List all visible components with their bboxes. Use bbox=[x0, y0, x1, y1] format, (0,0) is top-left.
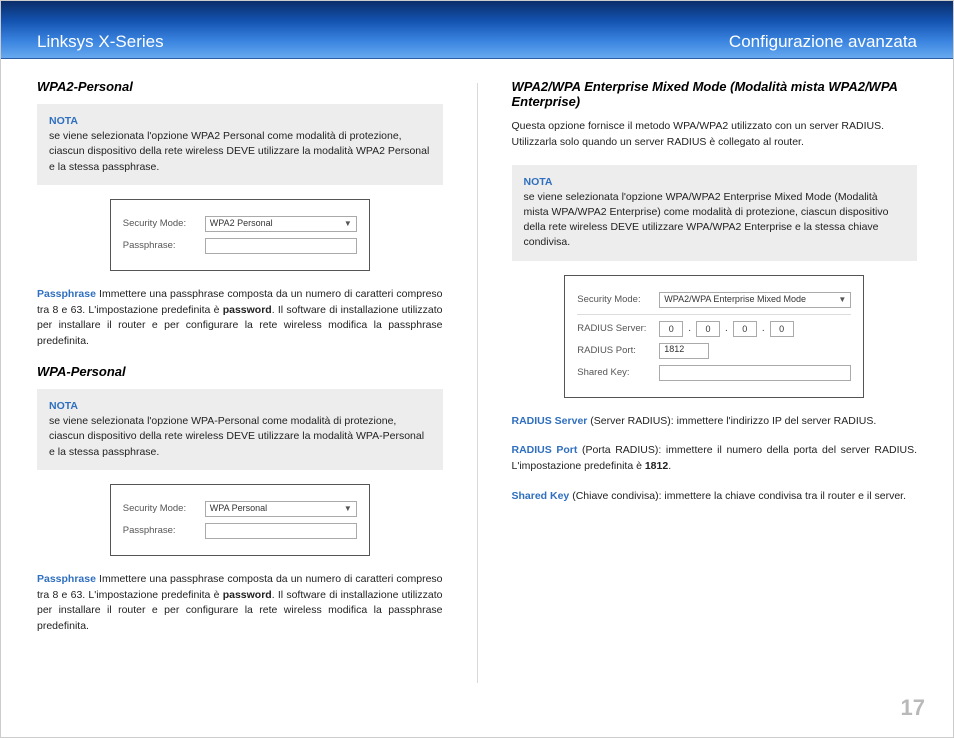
form-row: Security Mode: WPA2 Personal ▼ bbox=[123, 216, 357, 232]
security-mode-label: Security Mode: bbox=[577, 294, 659, 305]
shared-key-label: Shared Key: bbox=[577, 367, 659, 378]
note-label: NOTA bbox=[524, 176, 553, 188]
mixed-mode-heading: WPA2/WPA Enterprise Mixed Mode (Modalità… bbox=[512, 79, 918, 109]
radius-port-para: RADIUS Port (Porta RADIUS): immettere il… bbox=[512, 443, 918, 475]
ip-octet-input[interactable]: 0 bbox=[770, 321, 794, 337]
form-row: Shared Key: bbox=[577, 365, 851, 381]
radius-server-ip: 0. 0. 0. 0 bbox=[659, 321, 851, 337]
security-mode-label: Security Mode: bbox=[123, 218, 205, 229]
wpap-note: NOTA se viene selezionata l'opzione WPA-… bbox=[37, 389, 443, 470]
wpa-personal-heading: WPA-Personal bbox=[37, 364, 443, 379]
note-text: se viene selezionata l'opzione WPA2 Pers… bbox=[49, 130, 429, 172]
wpa2p-form-figure: Security Mode: WPA2 Personal ▼ Passphras… bbox=[110, 199, 370, 271]
wpa2-personal-heading: WPA2-Personal bbox=[37, 79, 443, 94]
passphrase-input[interactable] bbox=[205, 523, 357, 539]
form-row: Security Mode: WPA Personal ▼ bbox=[123, 501, 357, 517]
note-label: NOTA bbox=[49, 400, 78, 412]
form-row: Security Mode: WPA2/WPA Enterprise Mixed… bbox=[577, 292, 851, 308]
right-column: WPA2/WPA Enterprise Mixed Mode (Modalità… bbox=[512, 79, 918, 683]
note-label: NOTA bbox=[49, 115, 78, 127]
column-divider bbox=[477, 83, 478, 683]
note-text: se viene selezionata l'opzione WPA/WPA2 … bbox=[524, 191, 889, 249]
security-mode-select[interactable]: WPA2/WPA Enterprise Mixed Mode ▼ bbox=[659, 292, 851, 308]
header-product: Linksys X-Series bbox=[37, 32, 164, 52]
form-row: Passphrase: bbox=[123, 238, 357, 254]
page-header: Linksys X-Series Configurazione avanzata bbox=[1, 1, 953, 59]
passphrase-input[interactable] bbox=[205, 238, 357, 254]
note-text: se viene selezionata l'opzione WPA-Perso… bbox=[49, 415, 424, 457]
passphrase-label: Passphrase: bbox=[123, 240, 205, 251]
ip-octet-input[interactable]: 0 bbox=[659, 321, 683, 337]
wpa2p-note: NOTA se viene selezionata l'opzione WPA2… bbox=[37, 104, 443, 185]
keyword: Passphrase bbox=[37, 288, 96, 300]
form-row: Passphrase: bbox=[123, 523, 357, 539]
left-column: WPA2-Personal NOTA se viene selezionata … bbox=[37, 79, 443, 683]
passphrase-label: Passphrase: bbox=[123, 525, 205, 536]
chevron-down-icon: ▼ bbox=[344, 216, 352, 231]
mixed-intro-para: Questa opzione fornisce il metodo WPA/WP… bbox=[512, 119, 918, 151]
keyword: RADIUS Port bbox=[512, 444, 578, 456]
document-page: Linksys X-Series Configurazione avanzata… bbox=[0, 0, 954, 738]
wpap-passphrase-para: Passphrase Immettere una passphrase comp… bbox=[37, 572, 443, 635]
security-mode-label: Security Mode: bbox=[123, 503, 205, 514]
form-row: RADIUS Server: 0. 0. 0. 0 bbox=[577, 321, 851, 337]
radius-server-para: RADIUS Server (Server RADIUS): immettere… bbox=[512, 414, 918, 430]
shared-key-input[interactable] bbox=[659, 365, 851, 381]
ip-octet-input[interactable]: 0 bbox=[696, 321, 720, 337]
keyword: RADIUS Server bbox=[512, 415, 588, 427]
header-section: Configurazione avanzata bbox=[729, 32, 917, 52]
mixed-form-figure: Security Mode: WPA2/WPA Enterprise Mixed… bbox=[564, 275, 864, 398]
page-number: 17 bbox=[901, 695, 925, 721]
select-value: WPA Personal bbox=[210, 501, 267, 516]
keyword: Shared Key bbox=[512, 490, 570, 502]
chevron-down-icon: ▼ bbox=[344, 501, 352, 516]
wpa2p-passphrase-para: Passphrase Immettere una passphrase comp… bbox=[37, 287, 443, 350]
mixed-note: NOTA se viene selezionata l'opzione WPA/… bbox=[512, 165, 918, 261]
chevron-down-icon: ▼ bbox=[838, 292, 846, 307]
wpap-form-figure: Security Mode: WPA Personal ▼ Passphrase… bbox=[110, 484, 370, 556]
ip-octet-input[interactable]: 0 bbox=[733, 321, 757, 337]
security-mode-select[interactable]: WPA Personal ▼ bbox=[205, 501, 357, 517]
radius-port-input[interactable]: 1812 bbox=[659, 343, 709, 359]
form-row: RADIUS Port: 1812 bbox=[577, 343, 851, 359]
shared-key-para: Shared Key (Chiave condivisa): immettere… bbox=[512, 489, 918, 505]
page-content: WPA2-Personal NOTA se viene selezionata … bbox=[1, 59, 953, 683]
radius-port-label: RADIUS Port: bbox=[577, 345, 659, 356]
security-mode-select[interactable]: WPA2 Personal ▼ bbox=[205, 216, 357, 232]
radius-server-label: RADIUS Server: bbox=[577, 323, 659, 334]
select-value: WPA2/WPA Enterprise Mixed Mode bbox=[664, 292, 806, 307]
keyword: Passphrase bbox=[37, 573, 96, 585]
select-value: WPA2 Personal bbox=[210, 216, 273, 231]
